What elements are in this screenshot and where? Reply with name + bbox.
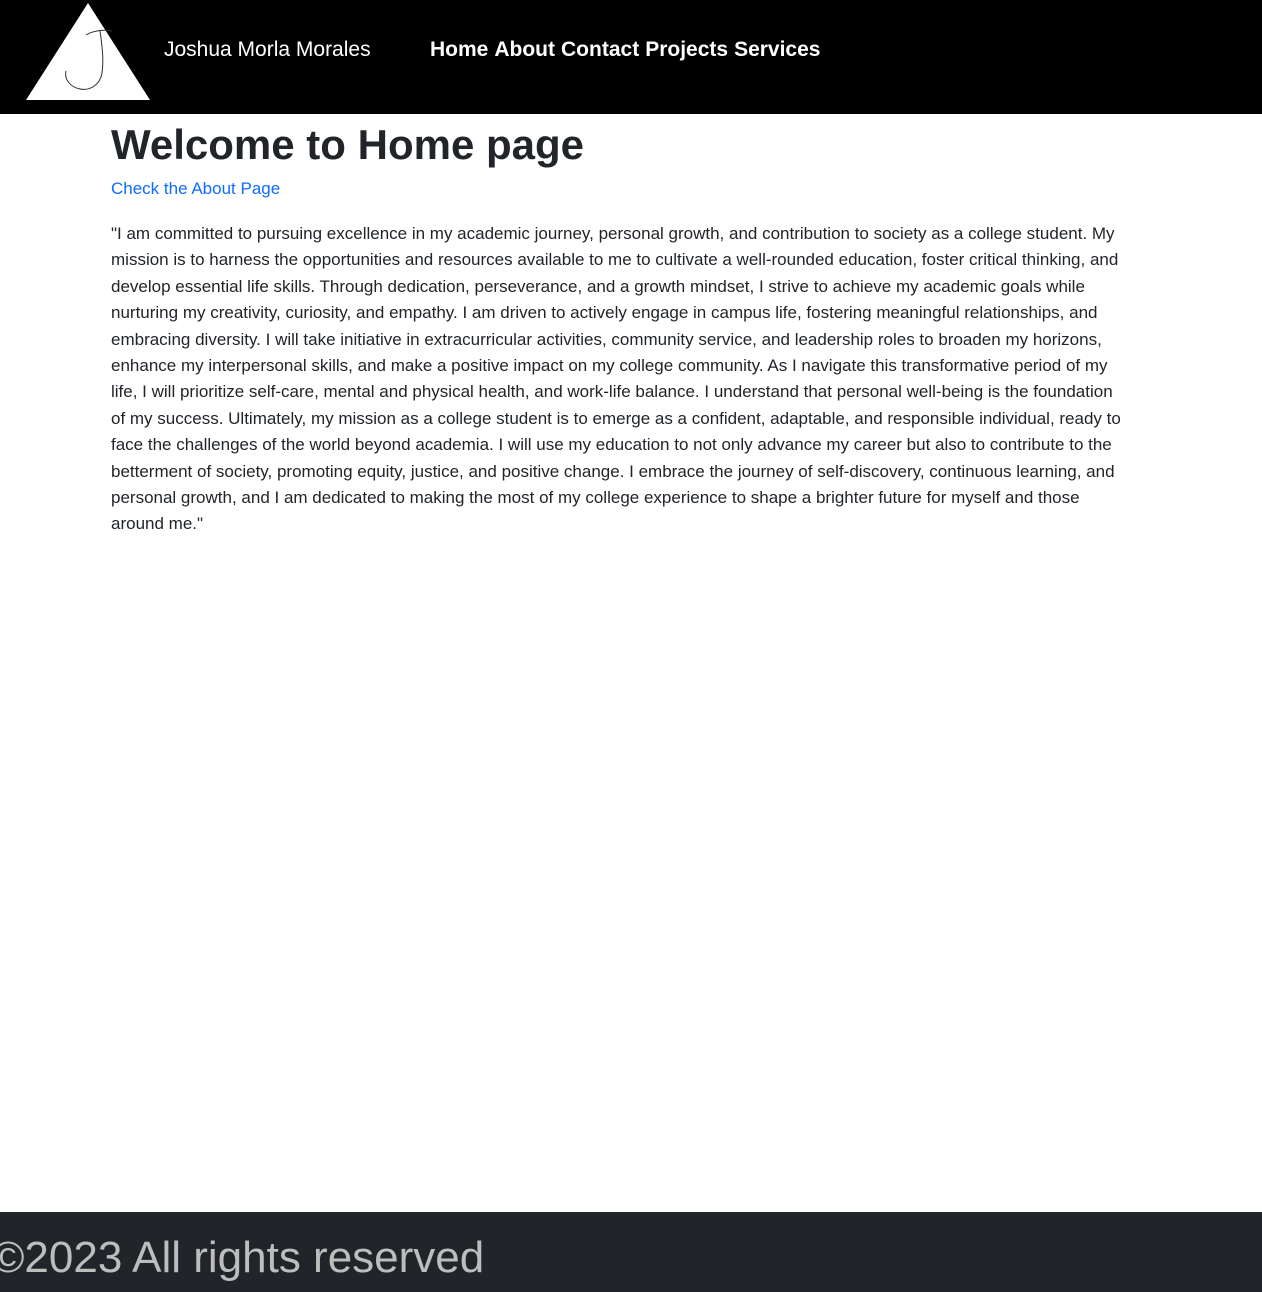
main-nav: Home About Contact Projects Services [430, 36, 820, 64]
copyright-text: ©2023 All rights reserved [0, 1233, 485, 1282]
mission-statement: "I am committed to pursuing excellence i… [111, 224, 1121, 534]
nav-about[interactable]: About [494, 36, 555, 64]
logo-icon [26, 3, 150, 100]
nav-projects[interactable]: Projects [645, 36, 728, 64]
page: Joshua Morla Morales Home About Contact … [0, 0, 1262, 1292]
brand-name[interactable]: Joshua Morla Morales [164, 36, 371, 64]
main-content: Welcome to Home page Check the About Pag… [111, 114, 1135, 538]
about-page-link[interactable]: Check the About Page [111, 178, 280, 200]
nav-home[interactable]: Home [430, 36, 488, 64]
site-footer: ©2023 All rights reserved [0, 1212, 1262, 1292]
nav-services[interactable]: Services [734, 36, 820, 64]
page-title: Welcome to Home page [111, 121, 584, 168]
logo-link[interactable] [26, 3, 151, 100]
site-header: Joshua Morla Morales Home About Contact … [0, 0, 1262, 114]
nav-contact[interactable]: Contact [561, 36, 639, 64]
